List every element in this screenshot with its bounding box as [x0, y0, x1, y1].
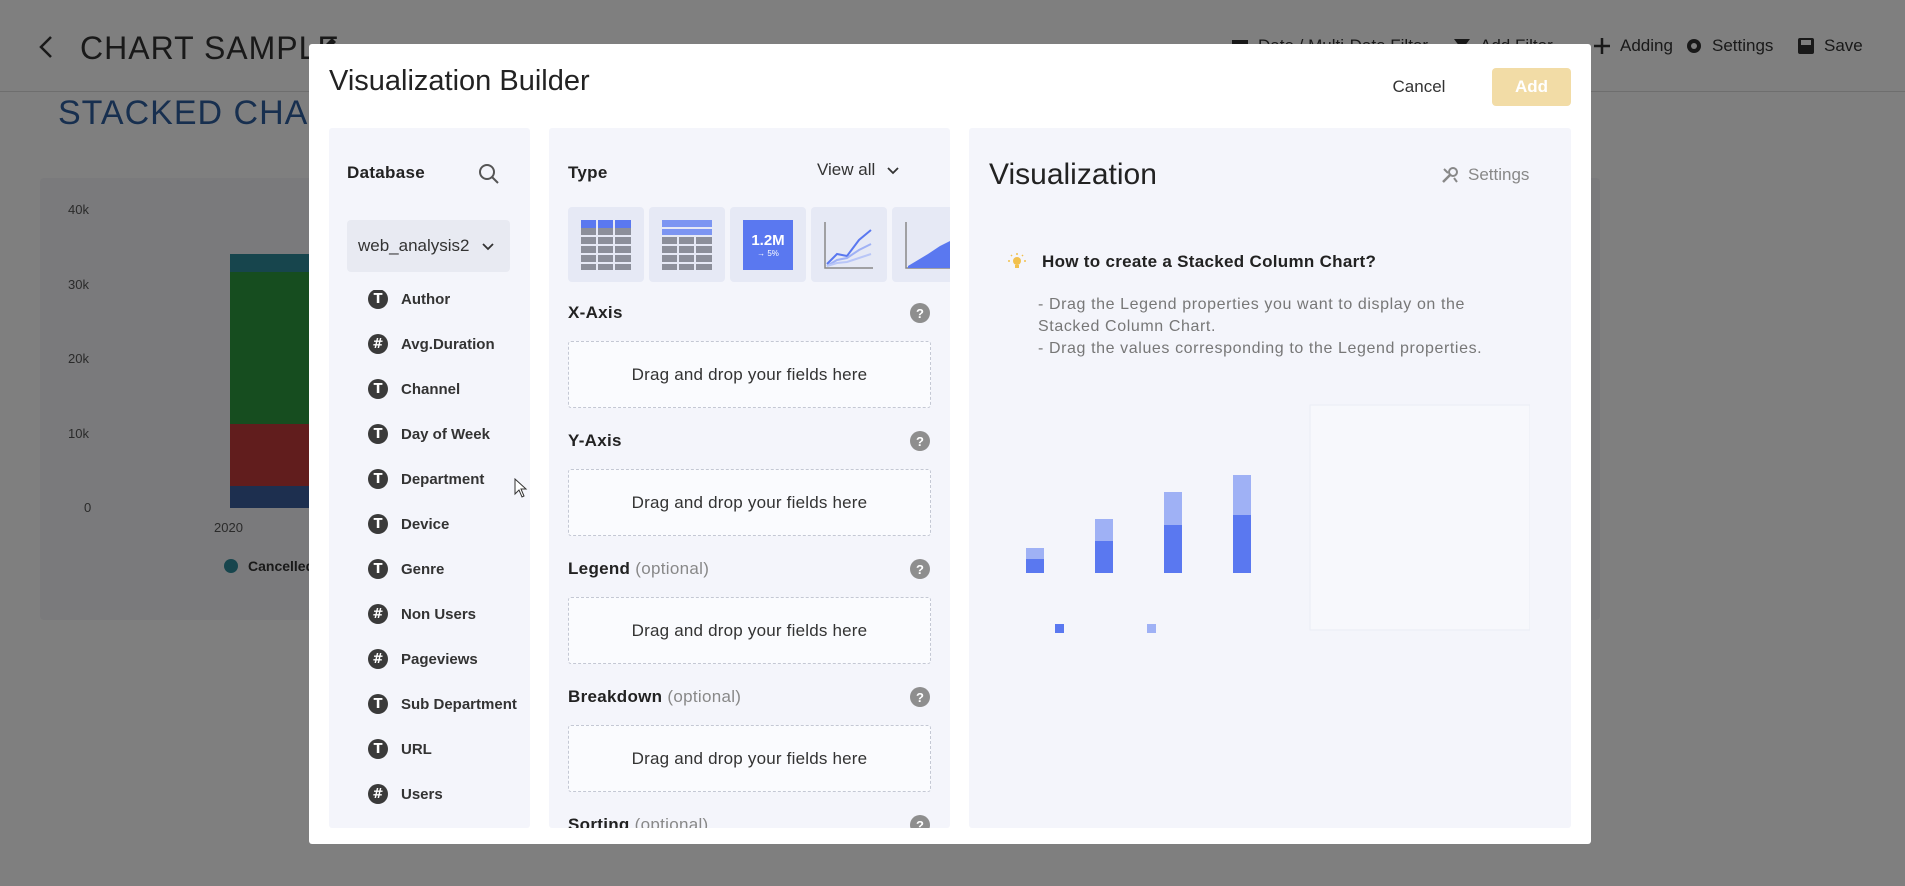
- text-type-icon: T: [368, 469, 388, 489]
- text-type-icon: T: [368, 739, 388, 759]
- lightbulb-icon: [1008, 253, 1026, 268]
- illustration-bar-top: [1233, 475, 1251, 515]
- config-scroll: Type View all 1.2M → 5% X-Axis ? Drag an…: [549, 128, 950, 828]
- stacked-column-illustration: [1026, 404, 1530, 633]
- visualization-settings-button[interactable]: Settings: [1440, 165, 1529, 185]
- illustration-legend-swatch: [1055, 624, 1064, 633]
- help-icon[interactable]: ?: [910, 815, 930, 828]
- number-type-icon: #: [368, 784, 388, 804]
- number-type-icon: #: [368, 604, 388, 624]
- legend-dropzone[interactable]: Drag and drop your fields here: [568, 597, 931, 664]
- database-select[interactable]: web_analysis2: [347, 220, 510, 272]
- legend-label: Legend (optional): [568, 559, 710, 578]
- field-list: T Author # Avg.Duration T Channel T Day of W…: [329, 290, 530, 828]
- howto-line: - Drag the values corresponding to the L…: [1038, 340, 1483, 357]
- pivot-table-icon: [662, 219, 712, 270]
- help-icon[interactable]: ?: [910, 303, 930, 323]
- area-chart-type-tile[interactable]: [892, 207, 950, 282]
- y-axis-label: Y-Axis: [568, 431, 622, 450]
- chevron-down-icon: [887, 167, 899, 175]
- howto-line: Stacked Column Chart.: [1038, 318, 1217, 335]
- field-item[interactable]: # Users: [368, 780, 443, 808]
- visualization-title: Visualization: [989, 158, 1157, 191]
- field-item[interactable]: T Sub Department: [368, 690, 517, 718]
- area-chart-icon: [905, 221, 950, 269]
- field-item[interactable]: T Author: [368, 290, 450, 313]
- illustration-bar-top: [1164, 492, 1182, 525]
- field-item[interactable]: # Avg.Duration: [368, 330, 495, 358]
- number-type-icon: #: [368, 649, 388, 669]
- table-chart-type-tile[interactable]: [568, 207, 644, 282]
- breakdown-label: Breakdown (optional): [568, 687, 742, 706]
- database-label: Database: [347, 163, 425, 182]
- cancel-button[interactable]: Cancel: [1369, 68, 1469, 106]
- text-type-icon: T: [368, 514, 388, 534]
- tools-icon: [1442, 167, 1458, 183]
- text-type-icon: T: [368, 694, 388, 714]
- kpi-icon: 1.2M → 5%: [743, 219, 793, 270]
- text-type-icon: T: [368, 559, 388, 579]
- illustration-bar-bottom: [1026, 559, 1044, 573]
- field-item[interactable]: T Channel: [368, 375, 460, 403]
- illustration-bar-top: [1095, 519, 1113, 541]
- modal-title: Visualization Builder: [329, 65, 590, 97]
- y-axis-dropzone[interactable]: Drag and drop your fields here: [568, 469, 931, 536]
- text-type-icon: T: [368, 379, 388, 399]
- field-item[interactable]: T URL: [368, 735, 432, 763]
- line-chart-type-tile[interactable]: [811, 207, 887, 282]
- field-item[interactable]: T Department: [368, 465, 484, 493]
- x-axis-dropzone[interactable]: Drag and drop your fields here: [568, 341, 931, 408]
- illustration-bar-bottom: [1233, 515, 1251, 573]
- search-icon[interactable]: [477, 162, 501, 186]
- illustration-legend-swatch: [1147, 624, 1156, 633]
- howto-heading: How to create a Stacked Column Chart?: [1008, 252, 1376, 272]
- view-all-button[interactable]: View all: [817, 160, 901, 180]
- illustration-bar-bottom: [1095, 541, 1113, 573]
- line-chart-icon: [824, 221, 873, 269]
- kpi-type-tile[interactable]: 1.2M → 5%: [730, 207, 806, 282]
- field-item[interactable]: T Device: [368, 510, 449, 538]
- help-icon[interactable]: ?: [910, 431, 930, 451]
- illustration-bar-bottom: [1164, 525, 1182, 573]
- text-type-icon: T: [368, 290, 388, 309]
- field-item[interactable]: # Non Users: [368, 600, 476, 628]
- x-axis-label: X-Axis: [568, 303, 623, 322]
- field-item[interactable]: T Genre: [368, 555, 444, 583]
- number-type-icon: #: [368, 334, 388, 354]
- help-icon[interactable]: ?: [910, 559, 930, 579]
- text-type-icon: T: [368, 424, 388, 444]
- mouse-cursor-icon: [514, 478, 528, 498]
- field-item[interactable]: # Pageviews: [368, 645, 478, 673]
- table-icon: [581, 219, 631, 270]
- help-icon[interactable]: ?: [910, 687, 930, 707]
- chevron-down-icon: [482, 243, 494, 251]
- breakdown-dropzone[interactable]: Drag and drop your fields here: [568, 725, 931, 792]
- howto-line: - Drag the Legend properties you want to…: [1038, 296, 1466, 313]
- type-label: Type: [568, 163, 608, 182]
- field-item[interactable]: T Day of Week: [368, 420, 490, 448]
- pivot-table-type-tile[interactable]: [649, 207, 725, 282]
- illustration-bar-top: [1026, 548, 1044, 559]
- sorting-label: Sorting (optional): [568, 815, 709, 828]
- add-button[interactable]: Add: [1492, 68, 1571, 106]
- illustration-panel: [1309, 404, 1530, 631]
